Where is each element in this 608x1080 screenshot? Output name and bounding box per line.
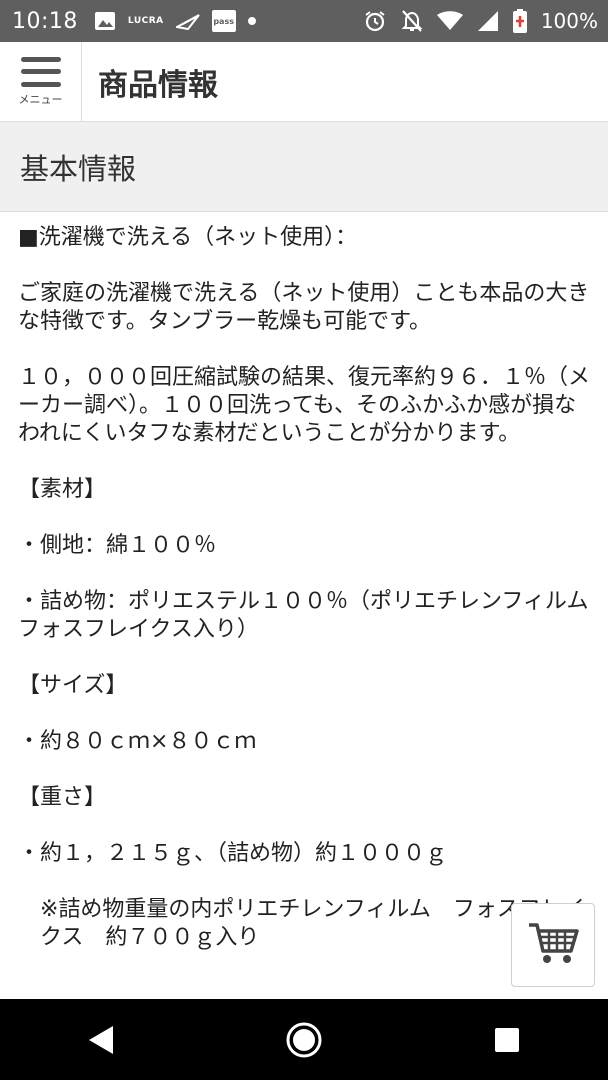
status-time: 10:18 xyxy=(12,8,78,34)
wifi-icon xyxy=(436,11,463,31)
material-filling: ・詰め物：ポリエステル１００％（ポリエチレンフィルム フォスフレイクス入り） xyxy=(18,589,608,642)
page-title: 商品情報 xyxy=(98,67,218,103)
home-button[interactable] xyxy=(274,1010,334,1070)
status-left-icons: LUCRA pass xyxy=(94,10,256,32)
app-header: メニュー 商品情報 xyxy=(0,42,608,122)
menu-button[interactable]: メニュー xyxy=(0,42,82,121)
lucra-icon: LUCRA xyxy=(127,16,164,26)
home-icon xyxy=(286,1022,322,1057)
signal-icon xyxy=(477,10,499,32)
feature-text: ご家庭の洗濯機で洗える（ネット使用）ことも本品の大きな特徴です。タンブラー乾燥も… xyxy=(18,281,590,334)
recents-icon xyxy=(494,1027,519,1052)
size-heading: 【サイズ】 xyxy=(18,673,128,698)
notifications-off-icon xyxy=(401,9,423,33)
menu-label: メニュー xyxy=(18,92,63,106)
material-heading: 【素材】 xyxy=(18,477,107,502)
weight-heading: 【重さ】 xyxy=(18,785,107,810)
back-button[interactable] xyxy=(71,1010,131,1070)
pass-icon: pass xyxy=(211,10,236,32)
size-value: ・約８０ｃｍ×８０ｃｍ xyxy=(18,729,257,754)
weight-value: ・約１，２１５ｇ、（詰め物）約１０００ｇ xyxy=(18,841,448,866)
image-icon xyxy=(94,11,116,31)
system-nav-bar xyxy=(0,999,608,1080)
section-heading: 基本情報 xyxy=(0,122,608,212)
hamburger-icon xyxy=(20,56,61,87)
feature-heading: ■洗濯機で洗える（ネット使用）： xyxy=(18,225,358,250)
back-icon xyxy=(89,1025,114,1054)
battery-icon xyxy=(512,9,527,33)
battery-percentage: 100% xyxy=(540,9,598,33)
weight-note: ※詰め物重量の内ポリエチレンフィルム フォスフレイクス 約７００ｇ入り xyxy=(40,897,585,950)
recents-button[interactable] xyxy=(477,1010,537,1070)
cart-button[interactable] xyxy=(511,903,595,987)
status-right-icons: 100% xyxy=(363,9,598,33)
product-description: ■洗濯機で洗える（ネット使用）： ご家庭の洗濯機で洗える（ネット使用）ことも本品… xyxy=(18,224,608,980)
cart-icon xyxy=(527,921,579,969)
bird-icon xyxy=(175,11,200,31)
alarm-icon xyxy=(363,9,387,33)
status-bar: 10:18 LUCRA pass 100% xyxy=(0,0,608,42)
durability-text: １０，０００回圧縮試験の結果、復元率約９６．１％（メーカー調べ）。１００回洗って… xyxy=(18,365,591,446)
dot-icon xyxy=(247,17,256,25)
material-outer: ・側地：綿１００％ xyxy=(18,533,217,558)
